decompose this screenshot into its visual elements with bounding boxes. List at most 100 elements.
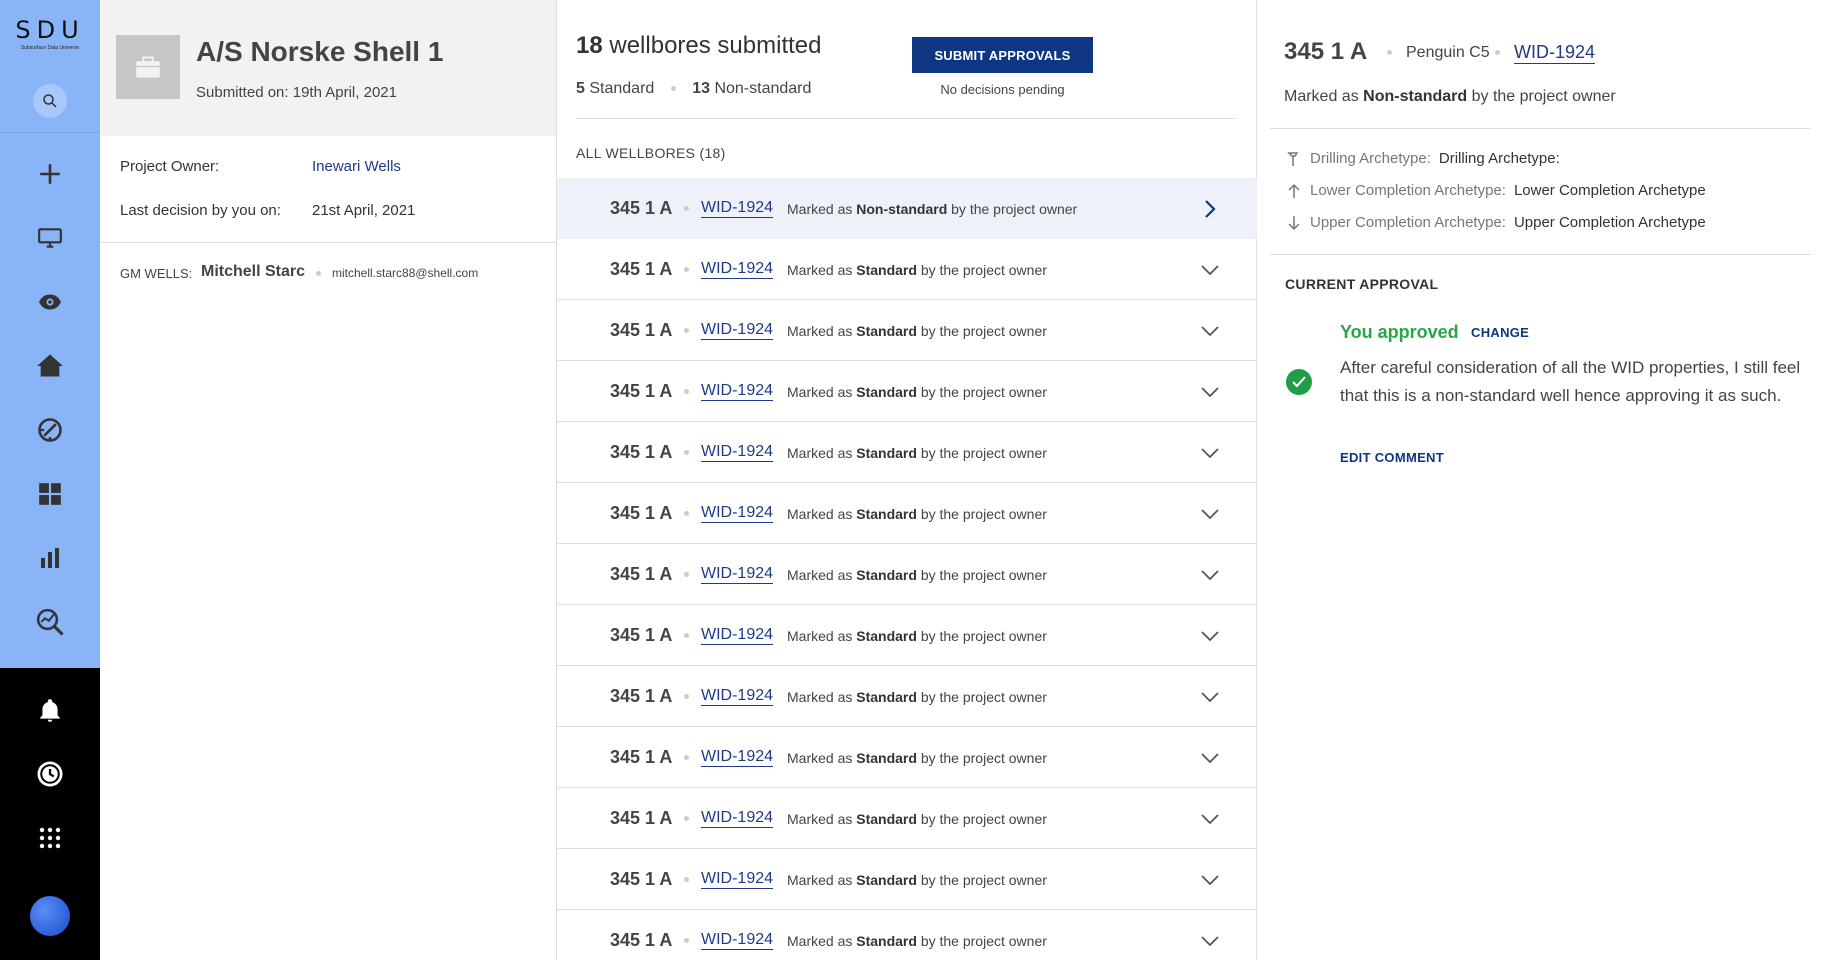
chevron-down-icon[interactable] [1195, 255, 1225, 285]
project-divider [100, 242, 556, 243]
search-icon [43, 94, 57, 108]
separator-dot [684, 633, 689, 638]
marked-prefix: Marked as [1284, 88, 1359, 105]
wellbore-name: 345 1 A [610, 503, 673, 523]
wid-link[interactable]: WID-1924 [701, 381, 774, 401]
wellbore-row[interactable]: 345 1 A WID-1924 Marked as Standard by the… [557, 605, 1257, 666]
separator-dot [684, 938, 689, 943]
wid-link[interactable]: WID-1924 [701, 808, 774, 828]
wid-link[interactable]: WID-1924 [701, 747, 774, 767]
separator-dot [684, 511, 689, 516]
marked-suffix: by the project owner [951, 201, 1078, 217]
last-decision-value: 21st April, 2021 [312, 202, 416, 219]
marked-status: Standard [856, 872, 917, 888]
wellbore-row[interactable]: 345 1 A WID-1924 Marked as Standard by the… [557, 910, 1257, 960]
change-approval-button[interactable]: CHANGE [1471, 325, 1529, 340]
chevron-down-icon[interactable] [1195, 743, 1225, 773]
marked-prefix: Marked as [787, 872, 853, 888]
project-header: A/S Norske Shell 1 Submitted on: 19th Ap… [100, 0, 556, 136]
marked-status: Standard [856, 567, 917, 583]
monitor-icon [38, 228, 62, 248]
detail-wid-link[interactable]: WID-1924 [1514, 42, 1596, 64]
project-title: A/S Norske Shell 1 [196, 36, 444, 67]
search-button[interactable] [33, 84, 67, 118]
wellbore-row[interactable]: 345 1 A WID-1924 Marked as Standard by the… [557, 727, 1257, 788]
marked-prefix: Marked as [787, 506, 853, 522]
wid-link[interactable]: WID-1924 [701, 442, 774, 462]
marked-status: Standard [856, 750, 917, 766]
wid-link[interactable]: WID-1924 [701, 320, 774, 340]
chevron-down-icon[interactable] [1195, 377, 1225, 407]
wid-link[interactable]: WID-1924 [701, 869, 774, 889]
separator-dot [684, 816, 689, 821]
wid-link[interactable]: WID-1924 [701, 625, 774, 645]
wid-link[interactable]: WID-1924 [701, 686, 774, 706]
wellbore-row[interactable]: 345 1 A WID-1924 Marked as Non-standard by… [557, 178, 1257, 239]
project-owner-value[interactable]: Inewari Wells [312, 158, 401, 175]
wid-link[interactable]: WID-1924 [701, 503, 774, 523]
wellbore-marked-status: Marked as Standard by the project owner [787, 506, 1047, 522]
wellbore-row[interactable]: 345 1 A WID-1924 Marked as Standard by the… [557, 849, 1257, 910]
wid-link[interactable]: WID-1924 [701, 198, 774, 218]
wellbore-row[interactable]: 345 1 A WID-1924 Marked as Standard by the… [557, 483, 1257, 544]
lower-completion-archetype-value: Lower Completion Archetype [1513, 182, 1706, 199]
wid-link[interactable]: WID-1924 [701, 930, 774, 950]
apps-button[interactable] [34, 822, 66, 854]
wellbore-row[interactable]: 345 1 A WID-1924 Marked as Standard by the… [557, 422, 1257, 483]
nav-divider [0, 132, 100, 133]
nav-analytics-button[interactable] [34, 606, 66, 638]
detail-marked-status: Marked as Non-standard by the project ow… [1284, 88, 1616, 106]
wellbore-row[interactable]: 345 1 A WID-1924 Marked as Standard by the… [557, 544, 1257, 605]
nav-grid-button[interactable] [34, 478, 66, 510]
wid-link[interactable]: WID-1924 [701, 259, 774, 279]
chevron-down-icon[interactable] [1195, 438, 1225, 468]
marked-prefix: Marked as [787, 567, 853, 583]
nav-home-button[interactable] [34, 350, 66, 382]
nav-add-button[interactable] [34, 158, 66, 190]
bell-icon [40, 699, 60, 722]
chevron-down-icon[interactable] [1195, 682, 1225, 712]
wellbore-row[interactable]: 345 1 A WID-1924 Marked as Standard by the… [557, 300, 1257, 361]
gm-wells-email[interactable]: mitchell.starc88@shell.com [332, 266, 478, 280]
nav-view-button[interactable] [34, 286, 66, 318]
submit-approvals-button[interactable]: SUBMIT APPROVALS [912, 37, 1093, 73]
wellbore-marked-status: Marked as Standard by the project owner [787, 262, 1047, 278]
marked-suffix: by the project owner [920, 811, 1047, 827]
pending-status: No decisions pending [940, 82, 1065, 97]
marked-suffix: by the project owner [920, 506, 1047, 522]
edit-comment-button[interactable]: EDIT COMMENT [1340, 450, 1444, 465]
wellbore-row[interactable]: 345 1 A WID-1924 Marked as Standard by the… [557, 788, 1257, 849]
history-button[interactable] [34, 758, 66, 790]
wellbore-detail-panel: 345 1 A Penguin C5 WID-1924 Marked as No… [1258, 0, 1824, 960]
nav-reports-button[interactable] [34, 542, 66, 574]
chevron-down-icon[interactable] [1195, 865, 1225, 895]
chevron-down-icon[interactable] [1195, 621, 1225, 651]
chevron-down-icon[interactable] [1195, 926, 1225, 956]
notifications-button[interactable] [34, 694, 66, 726]
plus-icon [40, 164, 60, 184]
gm-wells-label: GM WELLS: [120, 266, 193, 281]
wellbore-name: 345 1 A [610, 564, 673, 584]
nav-monitor-button[interactable] [34, 222, 66, 254]
chevron-down-icon[interactable] [1195, 316, 1225, 346]
chevron-down-icon[interactable] [1195, 804, 1225, 834]
wid-link[interactable]: WID-1924 [701, 564, 774, 584]
marked-prefix: Marked as [787, 750, 853, 766]
marked-status: Non-standard [1363, 88, 1468, 105]
wellbore-row[interactable]: 345 1 A WID-1924 Marked as Standard by the… [557, 361, 1257, 422]
wellbore-row[interactable]: 345 1 A WID-1924 Marked as Standard by the… [557, 239, 1257, 300]
nav-dashboard-button[interactable] [34, 414, 66, 446]
marked-status: Standard [856, 262, 917, 278]
nonstandard-count: 13 [692, 80, 710, 97]
arrow-down-icon [1286, 215, 1302, 231]
chevron-down-icon[interactable] [1195, 499, 1225, 529]
chevron-right-icon[interactable] [1195, 194, 1225, 224]
app-logo[interactable]: SDU Subsurface Data Universe [0, 16, 100, 51]
chevron-down-icon[interactable] [1195, 560, 1225, 590]
home-icon [37, 354, 63, 377]
wellbores-title-text: wellbores submitted [609, 32, 822, 59]
wellbore-row[interactable]: 345 1 A WID-1924 Marked as Standard by the… [557, 666, 1257, 727]
avatar[interactable] [30, 896, 70, 936]
marked-prefix: Marked as [787, 201, 853, 217]
separator-dot [1387, 50, 1392, 55]
